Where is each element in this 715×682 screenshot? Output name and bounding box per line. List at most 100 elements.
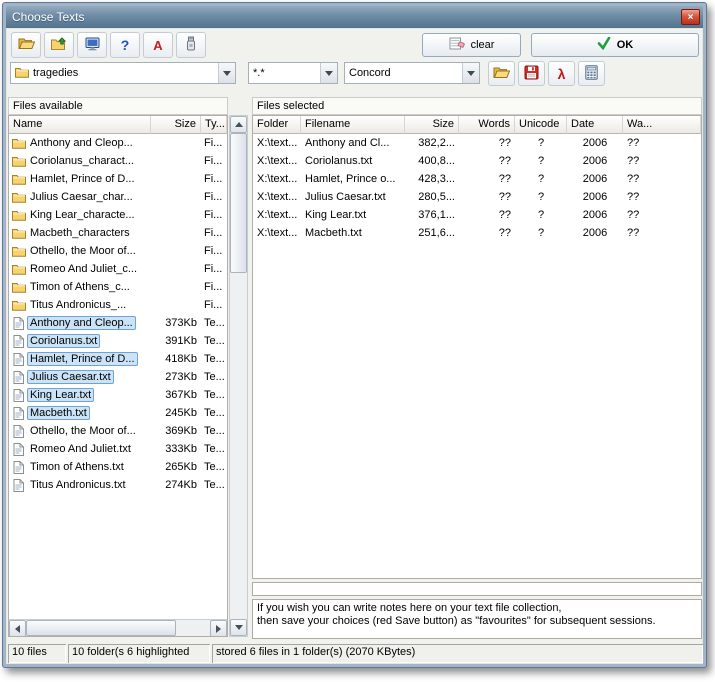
files-selected-label: Files selected xyxy=(252,97,702,115)
selected-file-row[interactable]: X:\text...Hamlet, Prince o...428,3...???… xyxy=(253,170,701,188)
check-icon xyxy=(597,37,611,53)
column-header-folder[interactable]: Folder xyxy=(253,116,301,134)
tool-combo[interactable]: Concord xyxy=(344,62,480,84)
help-button[interactable]: ? xyxy=(110,32,140,58)
selected-file-row[interactable]: X:\text...King Lear.txt376,1...???2006?? xyxy=(253,206,701,224)
clear-icon xyxy=(449,37,465,53)
acrobat-button[interactable]: λ xyxy=(548,61,575,86)
usb-button[interactable] xyxy=(176,32,206,58)
type-cell: Fi... xyxy=(201,263,227,275)
column-header-ty[interactable]: Ty... xyxy=(201,116,227,134)
folder-icon xyxy=(11,263,26,275)
folder-row[interactable]: Hamlet, Prince of D...Fi... xyxy=(9,170,227,188)
selected-file-row[interactable]: X:\text...Julius Caesar.txt280,5...???20… xyxy=(253,188,701,206)
type-cell: Fi... xyxy=(201,155,227,167)
folder-row[interactable]: King Lear_characte...Fi... xyxy=(9,206,227,224)
scroll-left-button[interactable] xyxy=(9,620,26,637)
column-header-filename[interactable]: Filename xyxy=(301,116,405,134)
font-button[interactable]: A xyxy=(143,32,173,58)
folder-row[interactable]: Anthony and Cleop...Fi... xyxy=(9,134,227,152)
pattern-combo-dropdown[interactable] xyxy=(320,63,337,83)
scroll-right-button[interactable] xyxy=(210,620,227,637)
scrollbar-thumb[interactable] xyxy=(230,133,247,273)
file-row[interactable]: Othello, the Moor of...369KbTe... xyxy=(9,422,227,440)
file-row[interactable]: Timon of Athens.txt265KbTe... xyxy=(9,458,227,476)
folder-up-button[interactable] xyxy=(44,32,74,58)
open-folder-button[interactable] xyxy=(488,61,515,86)
folder-row[interactable]: Othello, the Moor of...Fi... xyxy=(9,242,227,260)
folder-cell: X:\text... xyxy=(253,173,301,185)
folder-row[interactable]: Macbeth_charactersFi... xyxy=(9,224,227,242)
column-header-date[interactable]: Date xyxy=(567,116,623,134)
file-row[interactable]: Macbeth.txt245KbTe... xyxy=(9,404,227,422)
notes-input[interactable] xyxy=(252,582,702,596)
column-header-size[interactable]: Size xyxy=(405,116,459,134)
file-row[interactable]: Romeo And Juliet.txt333KbTe... xyxy=(9,440,227,458)
file-row[interactable]: Julius Caesar.txt273KbTe... xyxy=(9,368,227,386)
folder-row[interactable]: Julius Caesar_char...Fi... xyxy=(9,188,227,206)
close-button[interactable]: × xyxy=(681,9,700,25)
column-header-name[interactable]: Name xyxy=(9,116,151,134)
monitor-button[interactable] xyxy=(77,32,107,58)
folder-combo-dropdown[interactable] xyxy=(218,63,235,83)
calculator-button[interactable] xyxy=(578,61,605,86)
calculator-icon xyxy=(585,65,598,83)
status-files: 10 files xyxy=(8,644,66,663)
ok-button[interactable]: OK xyxy=(531,33,699,57)
tool-combo-dropdown[interactable] xyxy=(462,63,479,83)
text-file-icon xyxy=(11,371,26,384)
clear-button[interactable]: clear xyxy=(422,33,521,57)
title-bar[interactable]: Choose Texts × xyxy=(6,6,703,28)
monitor-icon xyxy=(85,37,100,54)
selected-file-row[interactable]: X:\text...Coriolanus.txt400,8...???2006?… xyxy=(253,152,701,170)
item-name: Titus Andronicus.txt xyxy=(27,478,129,492)
horizontal-scrollbar[interactable] xyxy=(9,619,227,636)
vertical-scrollbar[interactable] xyxy=(229,115,248,637)
open-folder-button[interactable] xyxy=(11,32,41,58)
item-name: Julius Caesar.txt xyxy=(27,370,114,384)
column-header-words[interactable]: Words xyxy=(459,116,515,134)
files-selected-body: X:\text...Anthony and Cl...382,2...???20… xyxy=(253,134,701,242)
scroll-up-button[interactable] xyxy=(230,116,247,133)
file-row[interactable]: Coriolanus.txt391KbTe... xyxy=(9,332,227,350)
column-header-size[interactable]: Size xyxy=(151,116,201,134)
scrollbar-track[interactable] xyxy=(230,133,247,619)
item-name: Titus Andronicus_... xyxy=(27,298,129,312)
scroll-down-button[interactable] xyxy=(230,619,247,636)
file-row[interactable]: Anthony and Cleop...373KbTe... xyxy=(9,314,227,332)
type-cell: Te... xyxy=(201,461,227,473)
name-cell: Romeo And Juliet.txt xyxy=(9,442,151,456)
folder-row[interactable]: Titus Andronicus_...Fi... xyxy=(9,296,227,314)
column-header-wa[interactable]: Wa... xyxy=(623,116,701,134)
words-cell: ?? xyxy=(459,191,515,203)
pattern-combo[interactable]: *.* xyxy=(248,62,338,84)
folder-combo[interactable]: tragedies xyxy=(10,62,236,84)
size-cell: 251,6... xyxy=(405,227,459,239)
name-cell: Hamlet, Prince of D... xyxy=(9,352,151,366)
folder-cell: X:\text... xyxy=(253,155,301,167)
folder-icon xyxy=(11,299,26,311)
item-name: Othello, the Moor of... xyxy=(27,424,139,438)
item-name: Hamlet, Prince of D... xyxy=(27,352,138,366)
selected-file-row[interactable]: X:\text...Anthony and Cl...382,2...???20… xyxy=(253,134,701,152)
folder-row[interactable]: Timon of Athens_c...Fi... xyxy=(9,278,227,296)
type-cell: Te... xyxy=(201,479,227,491)
notes-area[interactable]: If you wish you can write notes here on … xyxy=(252,599,702,639)
file-row[interactable]: King Lear.txt367KbTe... xyxy=(9,386,227,404)
text-file-icon xyxy=(11,479,26,492)
scrollbar-thumb[interactable] xyxy=(26,620,176,636)
file-row[interactable]: Titus Andronicus.txt274KbTe... xyxy=(9,476,227,494)
folder-row[interactable]: Romeo And Juliet_c...Fi... xyxy=(9,260,227,278)
selected-file-row[interactable]: X:\text...Macbeth.txt251,6...???2006?? xyxy=(253,224,701,242)
size-cell: 373Kb xyxy=(151,317,201,329)
date-cell: 2006 xyxy=(567,155,623,167)
status-stored: stored 6 files in 1 folder(s) (2070 KByt… xyxy=(212,644,703,663)
scrollbar-track[interactable] xyxy=(26,620,210,636)
warnings-cell: ?? xyxy=(623,137,701,149)
file-row[interactable]: Hamlet, Prince of D...418KbTe... xyxy=(9,350,227,368)
name-cell: Othello, the Moor of... xyxy=(9,424,151,438)
column-header-unicode[interactable]: Unicode xyxy=(515,116,567,134)
folder-row[interactable]: Coriolanus_charact...Fi... xyxy=(9,152,227,170)
save-button[interactable] xyxy=(518,61,545,86)
item-name: King Lear_characte... xyxy=(27,208,138,222)
